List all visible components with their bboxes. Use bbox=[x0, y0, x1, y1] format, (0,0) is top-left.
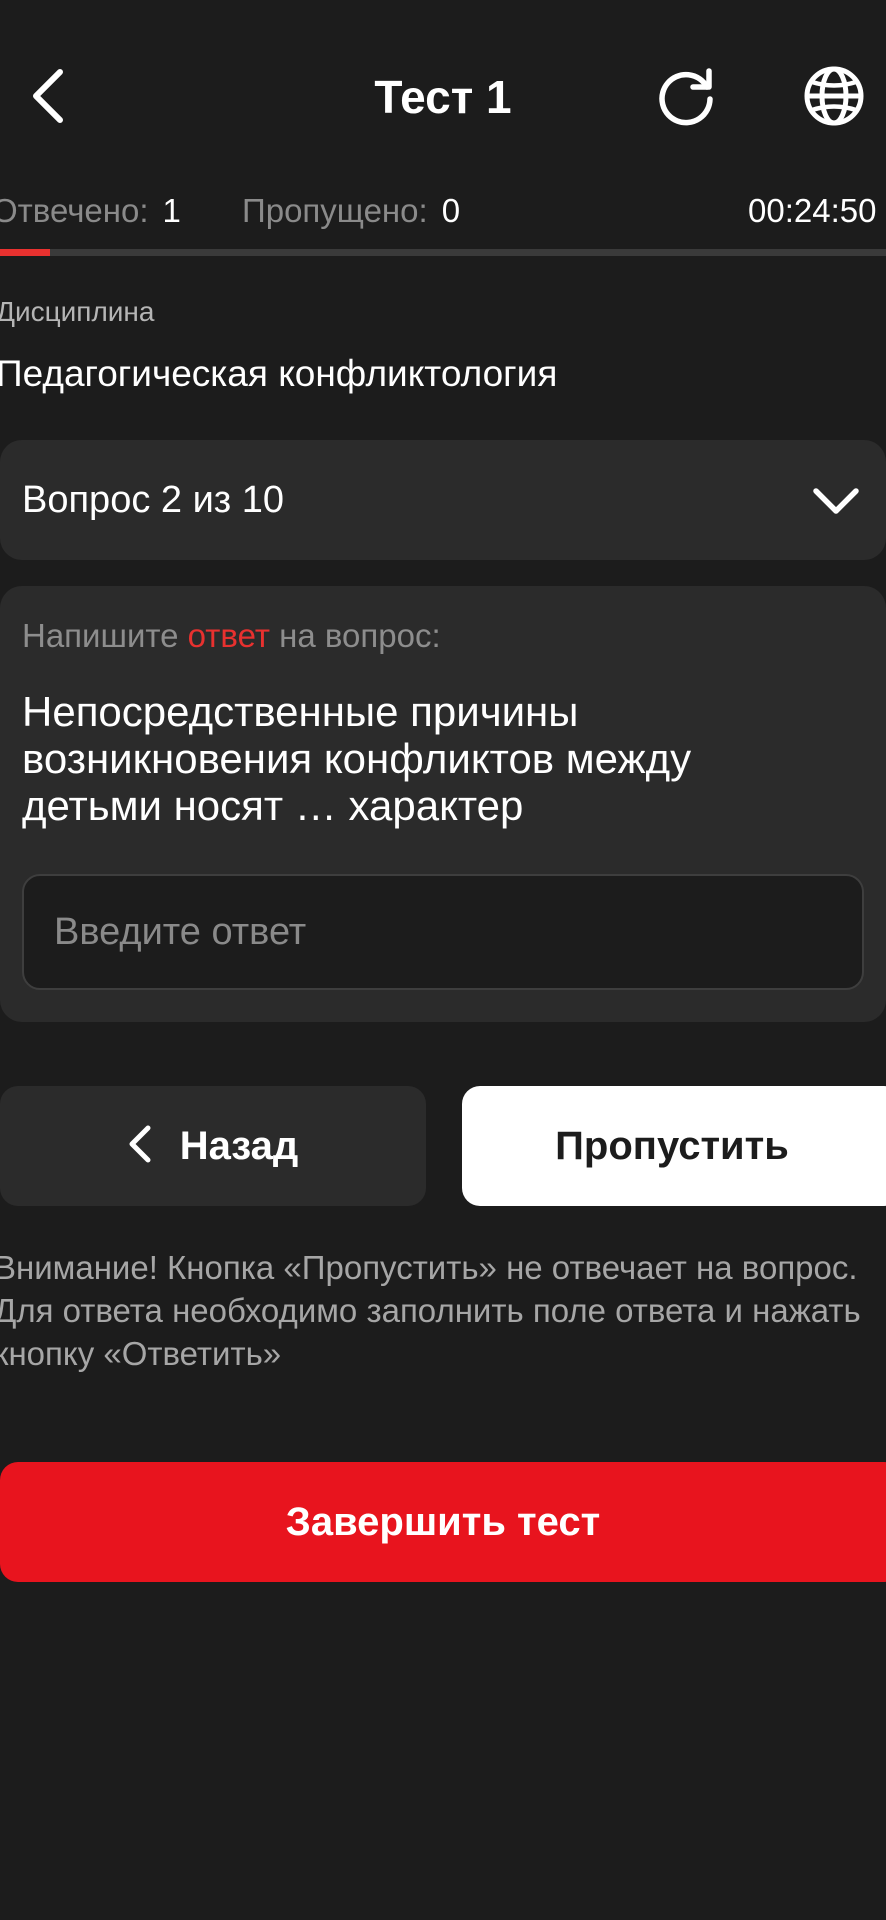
answer-input[interactable] bbox=[22, 874, 864, 990]
instruction-text: Напишите bbox=[22, 617, 188, 654]
skip-warning: Внимание! Кнопка «Пропустить» не отвечае… bbox=[0, 1249, 861, 1372]
instruction-text-end: на вопрос: bbox=[269, 617, 441, 654]
skip-button-label: Пропустить bbox=[555, 1123, 789, 1168]
finish-test-button[interactable]: Завершить тест bbox=[0, 1462, 886, 1582]
timer: 00:24:50 bbox=[748, 192, 877, 229]
answered-label: Отвечено: bbox=[0, 192, 149, 229]
chevron-down-icon[interactable] bbox=[808, 478, 864, 524]
skip-button[interactable]: Пропустить bbox=[462, 1086, 886, 1206]
skipped-counter: Пропущено: 0 bbox=[242, 188, 460, 234]
previous-button-label: Назад bbox=[179, 1123, 299, 1168]
progress-bar bbox=[0, 249, 886, 256]
globe-icon bbox=[803, 65, 865, 132]
question-text: Непосредственные причины возникновения к… bbox=[22, 688, 692, 829]
answered-value: 1 bbox=[162, 192, 181, 229]
discipline-value: Педагогическая конфликтология bbox=[0, 353, 558, 394]
skipped-label: Пропущено: bbox=[242, 192, 428, 229]
refresh-icon bbox=[655, 65, 717, 132]
discipline-label: Дисциплина bbox=[0, 296, 155, 327]
progress-fill bbox=[0, 249, 50, 256]
answered-counter: Отвечено: 1 bbox=[0, 188, 181, 234]
refresh-button[interactable] bbox=[650, 62, 722, 134]
question-selector-label: Вопрос 2 из 10 bbox=[22, 479, 285, 521]
previous-button[interactable]: Назад bbox=[0, 1086, 426, 1206]
language-button[interactable] bbox=[796, 62, 872, 134]
instruction-accent: ответ bbox=[187, 617, 270, 654]
finish-test-label: Завершить тест bbox=[285, 1499, 601, 1544]
question-instruction: Напишите ответ на вопрос: bbox=[22, 614, 441, 658]
page-title: Тест 1 bbox=[374, 71, 512, 123]
chevron-left-icon bbox=[128, 1124, 152, 1169]
skipped-value: 0 bbox=[441, 192, 461, 229]
